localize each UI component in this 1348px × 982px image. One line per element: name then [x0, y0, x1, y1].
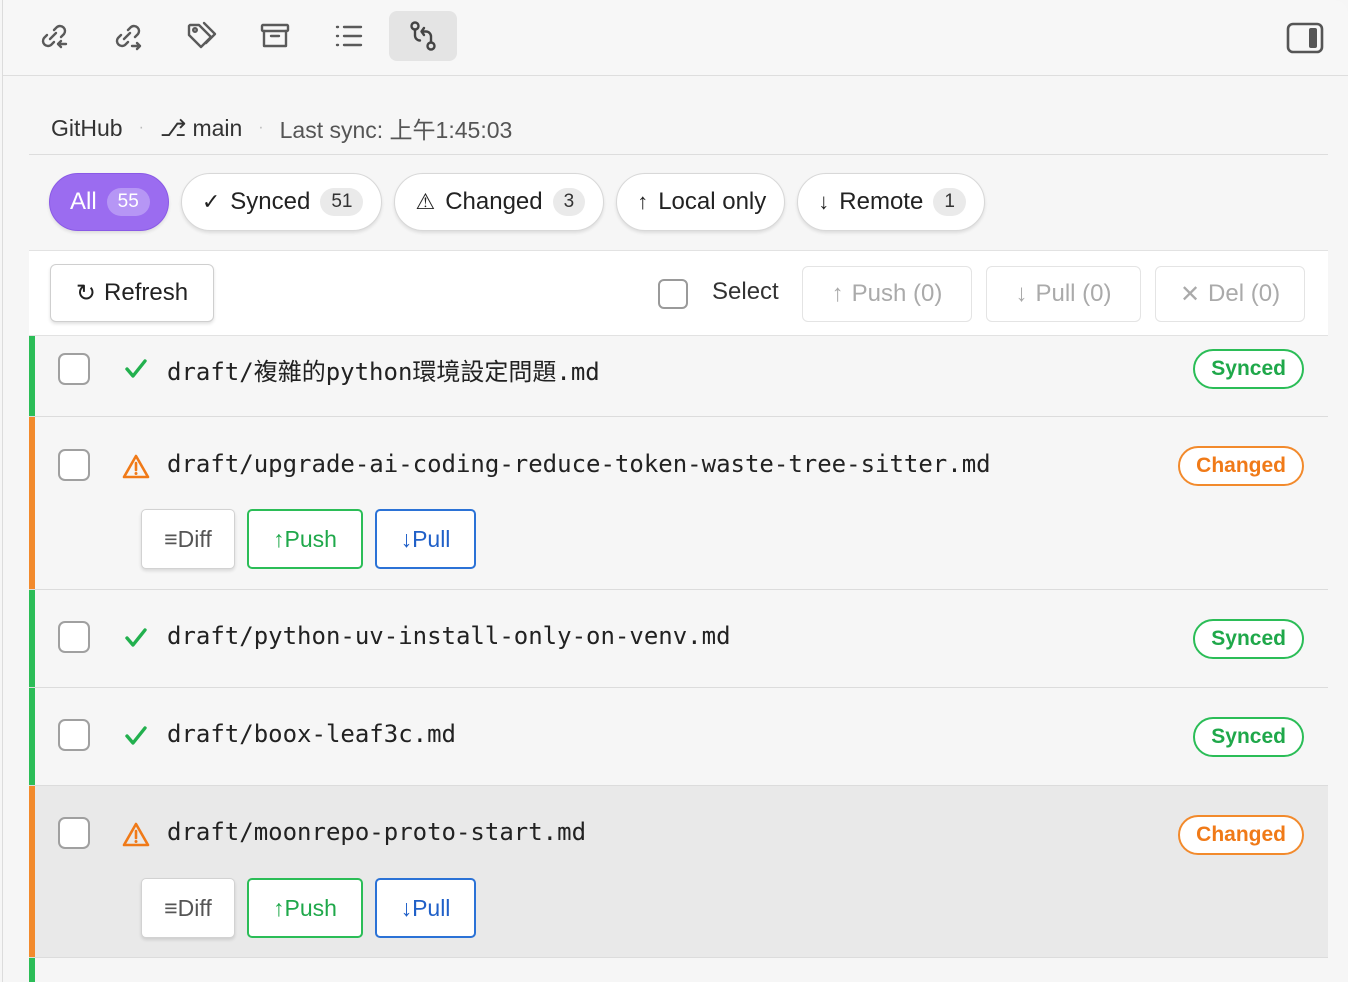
filter-count: 55: [106, 188, 150, 216]
archive-icon[interactable]: [241, 11, 309, 61]
filter-changed[interactable]: ⚠ Changed 3: [394, 173, 605, 231]
tags-icon[interactable]: [167, 11, 235, 61]
select-all-label: Select: [712, 278, 779, 305]
refresh-icon: ↻: [75, 279, 97, 307]
filter-all[interactable]: All 55: [49, 173, 169, 231]
warning-icon: [122, 822, 150, 847]
filter-label: Synced: [230, 188, 311, 215]
branch-name: main: [192, 114, 243, 141]
select-all-checkbox[interactable]: [658, 279, 688, 309]
row-checkbox[interactable]: [58, 621, 90, 653]
separator: ·: [258, 119, 264, 136]
separator: ·: [138, 119, 144, 136]
filter-count: 51: [320, 188, 364, 216]
push-selected-button[interactable]: ↑ Push (0): [802, 266, 972, 322]
file-row[interactable]: draft/複雜的python環境設定問題.md Synced: [29, 336, 1328, 417]
diff-button[interactable]: ≡Diff: [141, 509, 235, 569]
refresh-button[interactable]: ↻ Refresh: [50, 264, 214, 322]
arrow-down-icon: ↓: [818, 189, 830, 214]
row-checkbox[interactable]: [58, 719, 90, 751]
filter-label: Remote: [839, 188, 924, 215]
delete-selected-button[interactable]: ✕ Del (0): [1155, 266, 1305, 322]
check-icon: [125, 359, 147, 378]
git-compare-icon[interactable]: [389, 11, 457, 61]
action-bar: ↻ Refresh Select ↑ Push (0) ↓ Pull (0) ✕…: [29, 250, 1328, 336]
file-name[interactable]: draft/moonrepo-proto-start.md: [167, 818, 586, 846]
file-row[interactable]: draft/upgrade-ai-coding-reduce-token-was…: [29, 417, 1328, 590]
sidebar-toggle-icon[interactable]: [1285, 18, 1325, 58]
file-name[interactable]: draft/python-uv-install-only-on-venv.md: [167, 622, 731, 650]
status-bar: [29, 958, 35, 982]
row-actions: ≡Diff ↑Push ↓Pull: [141, 878, 476, 938]
status-badge: Changed: [1178, 446, 1304, 486]
push-button[interactable]: ↑Push: [247, 509, 363, 569]
pull-button[interactable]: ↓Pull: [375, 509, 476, 569]
row-actions: ≡Diff ↑Push ↓Pull: [141, 509, 476, 569]
status-badge: Synced: [1193, 349, 1304, 389]
diff-button[interactable]: ≡Diff: [141, 878, 235, 938]
filter-count: 3: [552, 188, 586, 216]
file-row[interactable]: draft/boox-leaf3c.md Synced: [29, 688, 1328, 786]
list-icon[interactable]: [315, 11, 383, 61]
status-badge: Synced: [1193, 619, 1304, 659]
file-row[interactable]: draft/moonrepo-proto-start.md Changed ≡D…: [29, 786, 1328, 958]
branch-icon: ⎇: [159, 114, 187, 141]
repo-meta: GitHub · ⎇ main · Last sync: 上午1:45:03: [51, 112, 512, 144]
status-bar: [29, 590, 35, 687]
arrow-up-icon: ↑: [831, 280, 844, 307]
filter-label: Changed: [445, 188, 543, 215]
row-checkbox[interactable]: [58, 353, 90, 385]
file-name[interactable]: draft/boox-leaf3c.md: [167, 720, 456, 748]
source-control-panel: GitHub · ⎇ main · Last sync: 上午1:45:03 A…: [2, 0, 1348, 982]
pull-button[interactable]: ↓Pull: [375, 878, 476, 938]
row-checkbox[interactable]: [58, 449, 90, 481]
pull-selected-label: Pull (0): [1035, 280, 1112, 307]
check-icon: [125, 726, 147, 745]
filter-pills: All 55 ✓ Synced 51 ⚠ Changed 3 ↑ Local o…: [49, 173, 985, 231]
link-out-icon[interactable]: [93, 11, 161, 61]
delete-selected-label: Del (0): [1208, 280, 1281, 307]
filter-label: All: [70, 188, 97, 215]
filter-synced[interactable]: ✓ Synced 51: [180, 173, 383, 231]
status-bar: [29, 336, 35, 416]
divider: [29, 154, 1328, 155]
status-bar: [29, 417, 35, 589]
filter-count: 1: [933, 188, 966, 216]
filter-remote[interactable]: ↓ Remote 1: [797, 173, 985, 231]
close-icon: ✕: [1179, 280, 1201, 308]
push-button[interactable]: ↑Push: [247, 878, 363, 938]
row-checkbox[interactable]: [58, 817, 90, 849]
warning-icon: ⚠: [415, 189, 436, 214]
push-selected-label: Push (0): [851, 280, 943, 307]
refresh-label: Refresh: [104, 279, 189, 306]
file-row[interactable]: [29, 958, 1328, 982]
check-icon: [125, 628, 147, 647]
provider-label: GitHub: [51, 114, 123, 141]
pull-selected-button[interactable]: ↓ Pull (0): [986, 266, 1141, 322]
status-badge: Changed: [1178, 815, 1304, 855]
file-row[interactable]: draft/python-uv-install-only-on-venv.md …: [29, 590, 1328, 688]
status-bar: [29, 786, 35, 957]
last-sync-label: Last sync: 上午1:45:03: [279, 117, 513, 143]
filter-label: Local only: [658, 188, 767, 215]
warning-icon: [122, 454, 150, 479]
file-name[interactable]: draft/複雜的python環境設定問題.md: [167, 352, 600, 387]
status-badge: Synced: [1193, 717, 1304, 757]
arrow-down-icon: ↓: [1015, 280, 1028, 307]
link-in-icon[interactable]: [19, 11, 87, 61]
arrow-up-icon: ↑: [637, 189, 649, 214]
file-name[interactable]: draft/upgrade-ai-coding-reduce-token-was…: [167, 450, 991, 478]
status-bar: [29, 688, 35, 785]
filter-local-only[interactable]: ↑ Local only: [616, 173, 786, 231]
check-icon: ✓: [201, 189, 221, 214]
top-toolbar: [3, 0, 1348, 76]
